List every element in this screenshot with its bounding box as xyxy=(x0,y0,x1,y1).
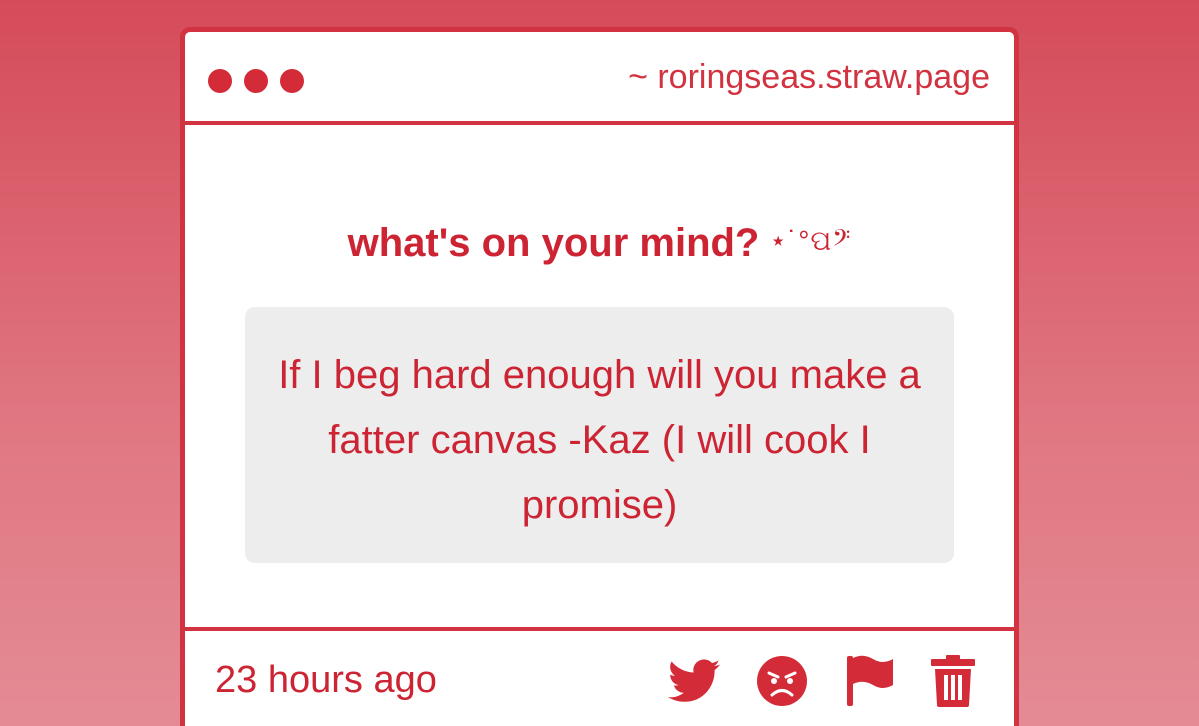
window-titlebar: ~ roringseas.straw.page xyxy=(185,32,1014,125)
window-dot-minimize xyxy=(244,69,268,93)
message-text: If I beg hard enough will you make a fat… xyxy=(278,353,921,527)
page-url: ~ roringseas.straw.page xyxy=(628,58,990,96)
report-flag-button[interactable] xyxy=(843,654,897,708)
prompt-text: what's on your mind? xyxy=(347,221,760,265)
post-footer: 23 hours ago xyxy=(185,627,1014,726)
window-dot-maximize xyxy=(280,69,304,93)
react-angry-button[interactable] xyxy=(755,654,809,708)
message-box: If I beg hard enough will you make a fat… xyxy=(245,307,954,563)
post-timestamp: 23 hours ago xyxy=(215,659,437,701)
share-twitter-button[interactable] xyxy=(667,654,721,708)
post-content: what's on your mind? ⋆˙°ପ𝄢 If I beg hard … xyxy=(185,125,1014,627)
window-dot-close xyxy=(208,69,232,93)
window-controls xyxy=(208,69,304,93)
prompt-decoration: ⋆˙°ପ𝄢 xyxy=(769,225,852,256)
delete-button[interactable] xyxy=(929,654,977,708)
flag-icon xyxy=(847,655,893,706)
action-bar xyxy=(667,654,987,708)
trash-icon xyxy=(931,655,975,707)
post-card: ~ roringseas.straw.page what's on your m… xyxy=(180,27,1019,726)
angry-face-icon xyxy=(757,656,807,706)
twitter-icon xyxy=(668,659,720,702)
prompt-heading: what's on your mind? ⋆˙°ପ𝄢 xyxy=(185,221,1014,266)
